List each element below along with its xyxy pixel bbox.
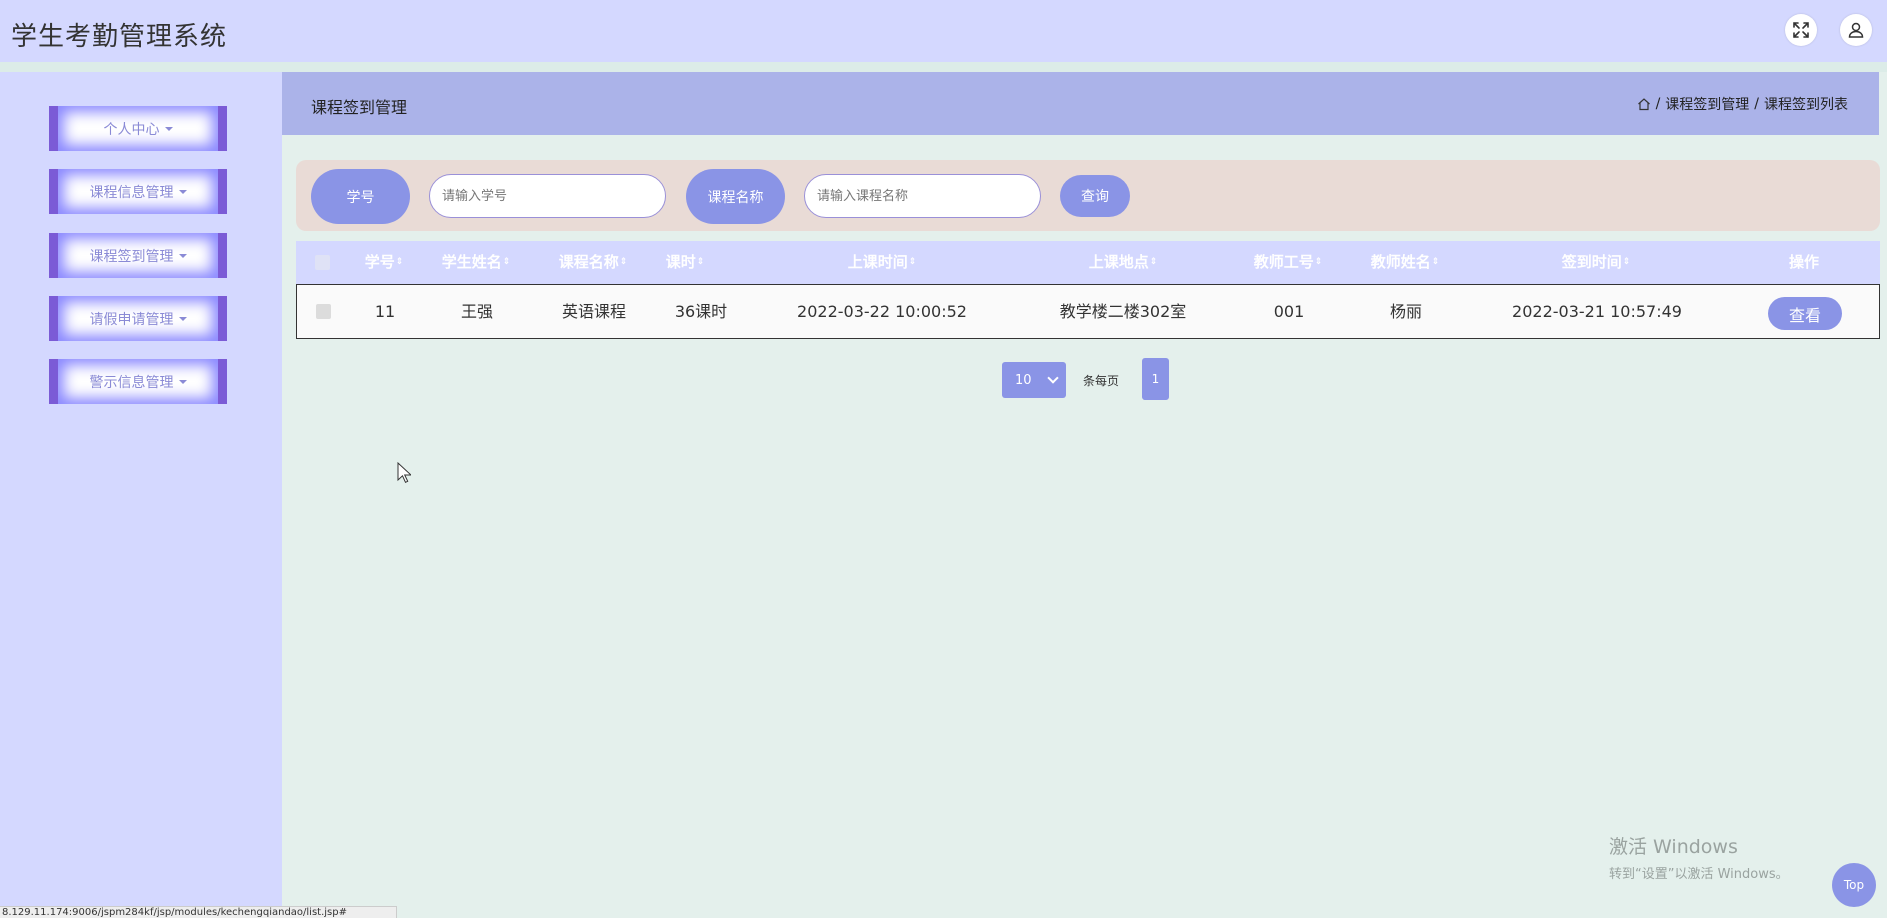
- sidebar-item-course-checkin[interactable]: 课程签到管理: [49, 233, 227, 278]
- cell-course-name: 英语课程: [561, 302, 627, 321]
- cell-teacher-name: 杨丽: [1389, 302, 1423, 321]
- sidebar-item-warning-info[interactable]: 警示信息管理: [49, 359, 227, 404]
- column-header-course-name[interactable]: 课程名称⇕: [559, 241, 628, 284]
- page-title: 课程签到管理: [311, 98, 408, 117]
- sort-icon: ⇕: [502, 257, 511, 267]
- app-title: 学生考勤管理系统: [11, 22, 228, 52]
- select-all-checkbox[interactable]: [315, 255, 330, 270]
- column-header-student-id[interactable]: 学号⇕: [365, 241, 404, 284]
- caret-down-icon: [178, 316, 187, 321]
- top-bar: 学生考勤管理系统: [0, 0, 1887, 62]
- breadcrumb-header: 课程签到管理 / 课程签到管理 / 课程签到列表: [282, 72, 1879, 135]
- page-size-value: 10: [1015, 372, 1032, 388]
- header-divider: [0, 62, 1887, 72]
- column-header-teacher-name[interactable]: 教师姓名⇕: [1371, 241, 1440, 284]
- table-header: 学号⇕ 学生姓名⇕ 课程名称⇕ 课时⇕ 上课时间⇕ 上课地点⇕ 教师工号⇕ 教师…: [296, 241, 1880, 284]
- user-button[interactable]: [1840, 14, 1872, 46]
- caret-down-icon: [178, 379, 187, 384]
- course-name-label: 课程名称: [686, 169, 785, 224]
- column-header-actions: 操作: [1788, 253, 1820, 271]
- sidebar-item-course-info[interactable]: 课程信息管理: [49, 169, 227, 214]
- column-header-teacher-id[interactable]: 教师工号⇕: [1254, 241, 1323, 284]
- sort-icon: ⇕: [1149, 257, 1158, 267]
- sidebar: 个人中心 课程信息管理 课程签到管理 请假申请管理 警示信息管理: [0, 72, 282, 918]
- breadcrumb-item-checkin-list: 课程签到列表: [1764, 97, 1848, 113]
- sidebar-item-label: 课程签到管理: [89, 248, 174, 265]
- cell-student-name: 王强: [460, 302, 494, 321]
- home-icon[interactable]: [1637, 97, 1651, 111]
- table-row: 11 王强 英语课程 36课时 2022-03-22 10:00:52 教学楼二…: [296, 284, 1880, 339]
- sort-icon: ⇕: [1314, 257, 1323, 267]
- column-header-class-time[interactable]: 上课时间⇕: [848, 241, 917, 284]
- row-checkbox[interactable]: [316, 304, 331, 319]
- search-panel: 学号 课程名称 查询: [296, 160, 1880, 231]
- column-header-class-location[interactable]: 上课地点⇕: [1089, 241, 1158, 284]
- sort-icon: ⇕: [1622, 257, 1631, 267]
- caret-down-icon: [164, 126, 173, 131]
- sidebar-item-label: 请假申请管理: [89, 311, 174, 328]
- column-header-class-hours[interactable]: 课时⇕: [666, 241, 705, 284]
- sort-icon: ⇕: [395, 257, 404, 267]
- course-name-input[interactable]: [804, 174, 1041, 218]
- per-page-label: 条每页: [1083, 374, 1120, 388]
- windows-activation-watermark: 激活 Windows 转到“设置”以激活 Windows。: [1609, 832, 1789, 882]
- sidebar-item-leave-request[interactable]: 请假申请管理: [49, 296, 227, 341]
- caret-down-icon: [178, 253, 187, 258]
- view-button[interactable]: 查看: [1768, 297, 1842, 330]
- student-id-input[interactable]: [429, 174, 666, 218]
- cell-class-time: 2022-03-22 10:00:52: [797, 302, 967, 321]
- watermark-title: 激活 Windows: [1609, 836, 1738, 858]
- breadcrumb: / 课程签到管理 / 课程签到列表: [1637, 94, 1848, 114]
- user-icon: [1848, 22, 1864, 38]
- sidebar-item-label: 警示信息管理: [89, 374, 174, 391]
- watermark-subtitle: 转到“设置”以激活 Windows。: [1609, 867, 1789, 882]
- breadcrumb-item-course-checkin[interactable]: 课程签到管理: [1665, 94, 1749, 114]
- cell-teacher-id: 001: [1273, 302, 1305, 321]
- sort-icon: ⇕: [1431, 257, 1440, 267]
- chevron-down-icon: [1047, 372, 1059, 384]
- cell-student-id: 11: [374, 302, 396, 321]
- mouse-cursor-icon: [397, 462, 411, 483]
- column-header-student-name[interactable]: 学生姓名⇕: [442, 241, 511, 284]
- sort-icon: ⇕: [696, 257, 705, 267]
- query-button[interactable]: 查询: [1060, 175, 1130, 217]
- breadcrumb-separator: /: [1655, 96, 1661, 112]
- cell-class-hours: 36课时: [674, 302, 728, 321]
- sort-icon: ⇕: [619, 257, 628, 267]
- fullscreen-button[interactable]: [1785, 14, 1817, 46]
- expand-icon: [1793, 22, 1809, 38]
- sidebar-item-label: 课程信息管理: [89, 184, 174, 201]
- caret-down-icon: [178, 189, 187, 194]
- page-number-button[interactable]: 1: [1142, 358, 1169, 400]
- breadcrumb-separator: /: [1754, 96, 1759, 112]
- back-to-top-button[interactable]: Top: [1832, 863, 1876, 907]
- sort-icon: ⇕: [908, 257, 917, 267]
- sidebar-item-personal-center[interactable]: 个人中心: [49, 106, 227, 151]
- sidebar-item-label: 个人中心: [103, 121, 160, 138]
- student-id-label: 学号: [311, 169, 410, 224]
- column-header-checkin-time[interactable]: 签到时间⇕: [1562, 241, 1631, 284]
- cell-class-location: 教学楼二楼302室: [1059, 302, 1187, 321]
- status-url-bar: 8.129.11.174:9006/jspm284kf/jsp/modules/…: [0, 906, 397, 918]
- page-size-select[interactable]: 10: [1002, 362, 1066, 398]
- cell-checkin-time: 2022-03-21 10:57:49: [1512, 302, 1682, 321]
